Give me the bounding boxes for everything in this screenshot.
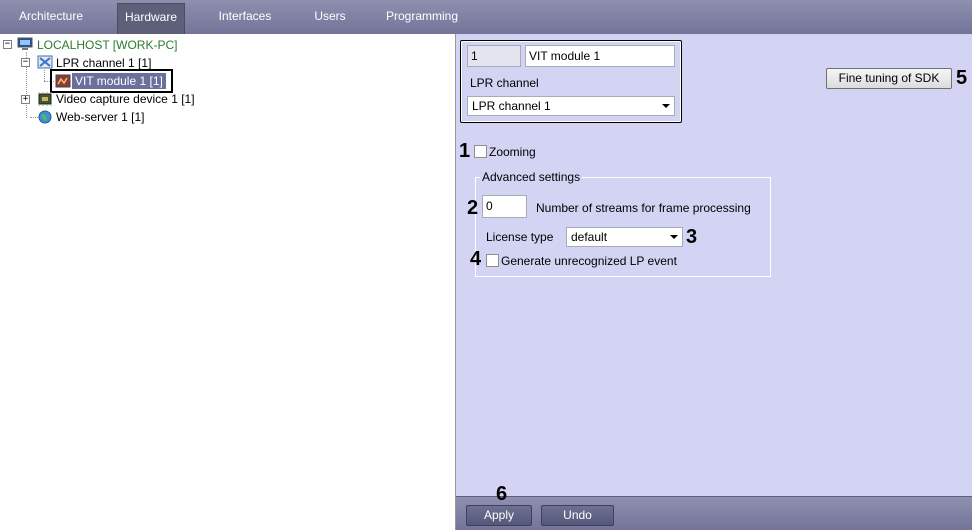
generate-unrecognized-lp-checkbox[interactable] xyxy=(486,254,499,267)
apply-button[interactable]: Apply xyxy=(466,505,532,526)
tab-users[interactable]: Users xyxy=(300,3,360,34)
lpr-channel-collapse-toggle[interactable]: − xyxy=(21,58,30,67)
chevron-down-icon xyxy=(667,229,681,245)
tree-node-localhost[interactable]: LOCALHOST [WORK-PC] xyxy=(37,37,177,53)
parent-object-value: LPR channel 1 xyxy=(472,99,551,113)
chevron-down-icon xyxy=(659,98,673,114)
vit-module-icon xyxy=(55,74,71,88)
parent-object-label: LPR channel xyxy=(470,76,539,90)
tree-node-web-server[interactable]: Web-server 1 [1] xyxy=(56,109,144,125)
tab-bar: Architecture Hardware Interfaces Users P… xyxy=(0,0,972,34)
undo-button[interactable]: Undo xyxy=(541,505,614,526)
tab-hardware[interactable]: Hardware xyxy=(117,3,185,34)
callout-2: 2 xyxy=(467,197,479,219)
object-name-field[interactable]: VIT module 1 xyxy=(525,45,675,67)
capture-board-icon xyxy=(37,92,53,106)
license-type-select[interactable]: default xyxy=(566,227,683,247)
zooming-label: Zooming xyxy=(489,145,536,159)
tree-node-video-capture-device[interactable]: Video capture device 1 [1] xyxy=(56,91,195,107)
tab-programming[interactable]: Programming xyxy=(378,3,466,34)
object-id-field[interactable]: 1 xyxy=(467,45,521,67)
streams-count-label: Number of streams for frame processing xyxy=(536,201,751,215)
bottom-action-bar xyxy=(456,496,972,530)
video-capture-expand-toggle[interactable]: + xyxy=(21,95,30,104)
callout-5: 5 xyxy=(956,67,968,89)
zooming-checkbox[interactable] xyxy=(474,145,487,158)
tree-line xyxy=(44,70,45,81)
advanced-settings-title: Advanced settings xyxy=(480,170,583,184)
computer-icon xyxy=(17,37,33,51)
fine-tuning-sdk-button[interactable]: Fine tuning of SDK xyxy=(826,68,952,89)
callout-1: 1 xyxy=(459,140,471,162)
root-collapse-toggle[interactable]: − xyxy=(3,40,12,49)
callout-6: 6 xyxy=(496,483,508,505)
callout-4: 4 xyxy=(470,248,482,270)
tree-node-vit-module[interactable]: VIT module 1 [1] xyxy=(72,73,166,89)
lpr-channel-icon xyxy=(37,55,53,69)
license-type-label: License type xyxy=(486,230,554,244)
license-type-value: default xyxy=(571,230,608,244)
generate-unrecognized-lp-label: Generate unrecognized LP event xyxy=(501,254,677,268)
parent-object-select[interactable]: LPR channel 1 xyxy=(467,96,675,116)
streams-count-input[interactable]: 0 xyxy=(482,195,527,218)
callout-3: 3 xyxy=(686,226,698,248)
globe-icon xyxy=(37,110,53,124)
tab-architecture[interactable]: Architecture xyxy=(4,3,98,34)
tab-interfaces[interactable]: Interfaces xyxy=(206,3,284,34)
